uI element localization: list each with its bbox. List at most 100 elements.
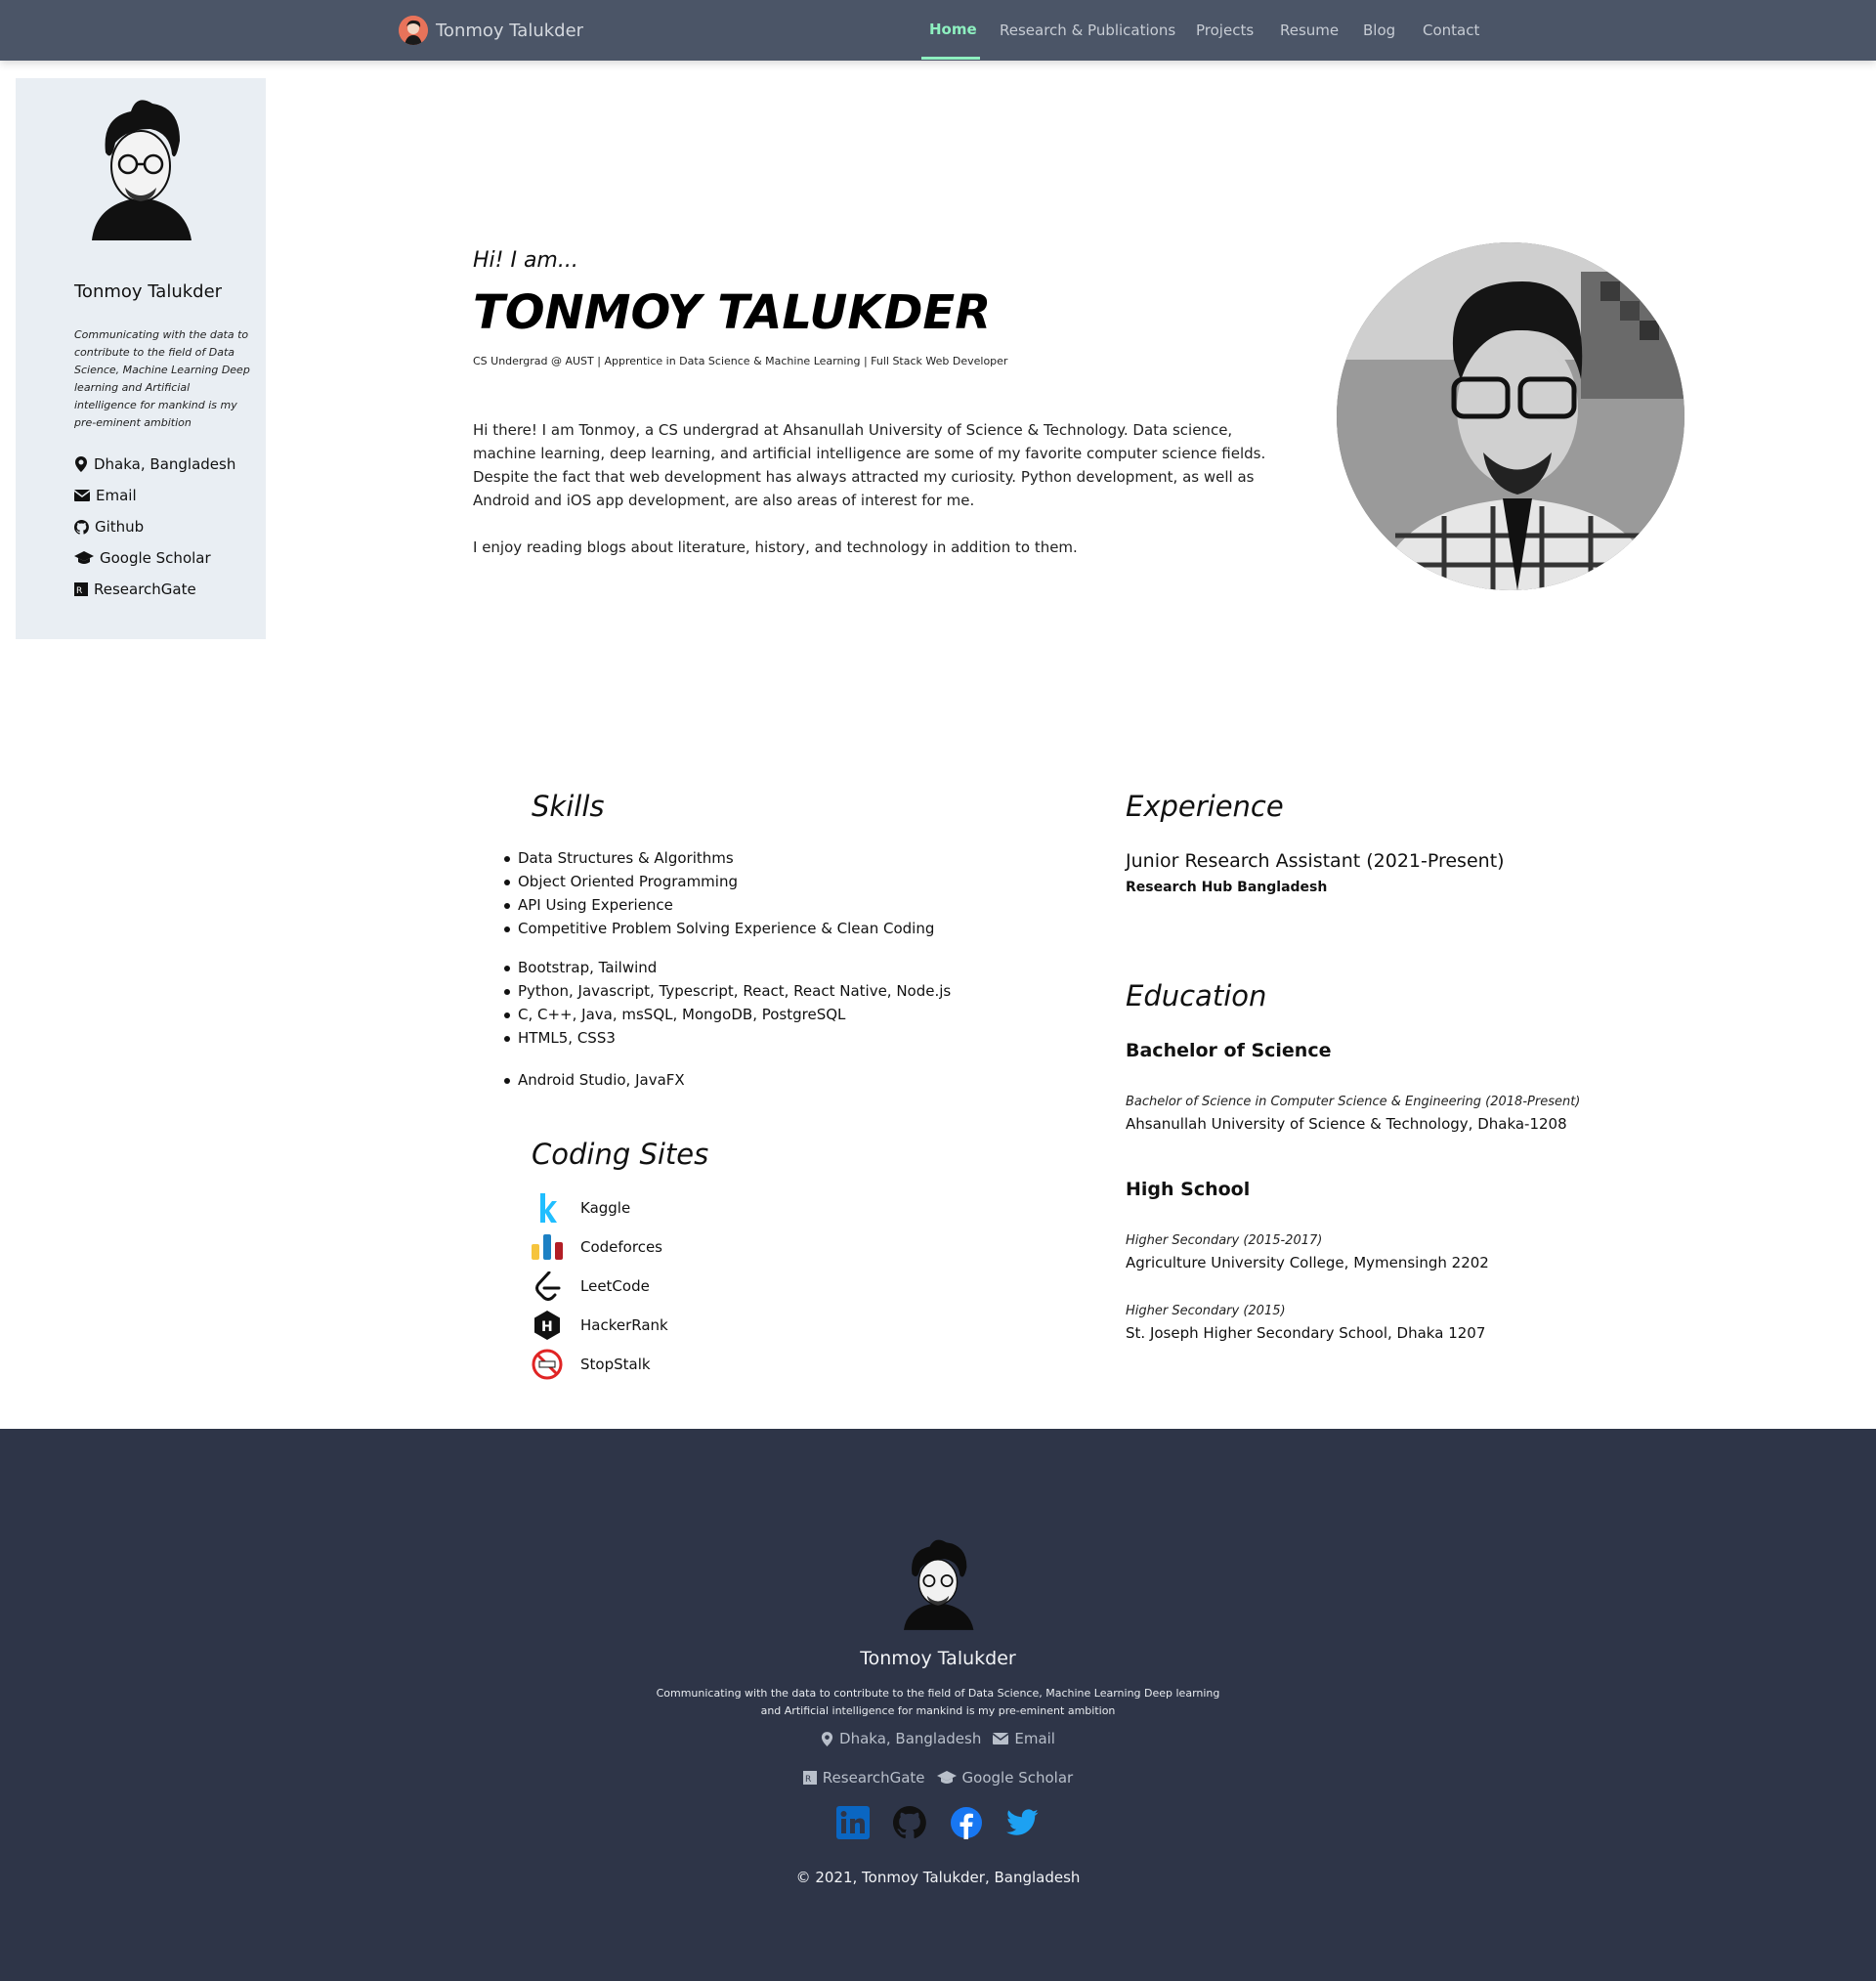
- coding-site-label: Kaggle: [580, 1199, 631, 1217]
- skill-item: C, C++, Java, msSQL, MongoDB, PostgreSQL: [504, 1003, 951, 1026]
- sidebar-github-link[interactable]: Github: [74, 518, 144, 536]
- svg-text:H: H: [541, 1319, 553, 1335]
- footer-scholar-label: Google Scholar: [961, 1769, 1074, 1787]
- coding-site-stopstalk[interactable]: StopStalk: [532, 1349, 651, 1380]
- hero-subtitle: CS Undergrad @ AUST | Apprentice in Data…: [473, 355, 1008, 367]
- hero-portrait-photo: [1337, 242, 1684, 590]
- education-hsc-institution: Agriculture University College, Mymensin…: [1126, 1254, 1489, 1271]
- envelope-icon: [993, 1733, 1009, 1744]
- hero-bio-paragraph-2: I enjoy reading blogs about literature, …: [473, 538, 1078, 556]
- footer-email-label: Email: [1014, 1730, 1055, 1747]
- nav-blog[interactable]: Blog: [1363, 22, 1395, 39]
- skill-item: Bootstrap, Tailwind: [504, 956, 951, 979]
- education-ssc-degree: Higher Secondary (2015): [1126, 1304, 1286, 1318]
- skill-item: Competitive Problem Solving Experience &…: [504, 917, 934, 940]
- coding-site-hackerrank[interactable]: H HackerRank: [532, 1310, 668, 1341]
- sidebar-email-link[interactable]: Email: [74, 487, 137, 504]
- education-ssc-institution: St. Joseph Higher Secondary School, Dhak…: [1126, 1324, 1486, 1342]
- footer-tagline: Communicating with the data to contribut…: [656, 1687, 1220, 1717]
- location-pin-icon: [75, 456, 87, 472]
- envelope-icon: [74, 490, 90, 501]
- graduation-cap-icon: [936, 1771, 957, 1784]
- nav-contact[interactable]: Contact: [1423, 22, 1479, 39]
- education-highschool-heading: High School: [1126, 1179, 1251, 1200]
- nav-projects[interactable]: Projects: [1196, 22, 1254, 39]
- brand-avatar: [399, 16, 428, 45]
- skills-list-tools: Android Studio, JavaFX: [504, 1068, 685, 1092]
- facebook-icon[interactable]: [950, 1806, 983, 1839]
- footer-location-label: Dhaka, Bangladesh: [839, 1730, 982, 1747]
- codeforces-icon: [532, 1231, 563, 1263]
- coding-site-codeforces[interactable]: Codeforces: [532, 1231, 662, 1263]
- github-icon: [74, 519, 89, 535]
- footer-researchgate-label: ResearchGate: [822, 1769, 925, 1787]
- coding-site-kaggle[interactable]: Kaggle: [532, 1192, 630, 1224]
- github-icon[interactable]: [893, 1806, 926, 1839]
- kaggle-icon: [532, 1192, 563, 1224]
- footer-name: Tonmoy Talukder: [860, 1648, 1016, 1669]
- brand-name: Tonmoy Talukder: [436, 20, 584, 41]
- top-navbar: Tonmoy Talukder Home Research & Publicat…: [0, 0, 1876, 61]
- sidebar-name: Tonmoy Talukder: [74, 281, 223, 302]
- nav-resume[interactable]: Resume: [1280, 22, 1339, 39]
- location-pin-icon: [821, 1731, 833, 1746]
- coding-site-label: LeetCode: [580, 1277, 650, 1295]
- stopstalk-icon: [532, 1349, 563, 1380]
- skills-list-core: Data Structures & Algorithms Object Orie…: [504, 846, 934, 940]
- sidebar-email-label: Email: [96, 487, 137, 504]
- researchgate-icon: R: [802, 1771, 817, 1785]
- footer-scholar-link[interactable]: Google Scholar: [936, 1769, 1074, 1787]
- skills-list-tech: Bootstrap, Tailwind Python, Javascript, …: [504, 956, 951, 1050]
- sidebar-tagline: Communicating with the data to contribut…: [74, 328, 250, 429]
- sidebar-researchgate-label: ResearchGate: [94, 581, 196, 598]
- footer-avatar: [897, 1538, 979, 1630]
- skill-item: API Using Experience: [504, 893, 934, 917]
- experience-title: Experience: [1126, 790, 1284, 823]
- hero-name: TONMOY TALUKDER: [473, 285, 992, 340]
- linkedin-icon[interactable]: [836, 1806, 870, 1839]
- coding-site-label: StopStalk: [580, 1356, 651, 1373]
- skill-item: HTML5, CSS3: [504, 1026, 951, 1050]
- education-hsc-degree: Higher Secondary (2015-2017): [1126, 1233, 1323, 1248]
- education-title: Education: [1126, 979, 1267, 1012]
- nav-active-indicator: [921, 57, 980, 60]
- coding-sites-title: Coding Sites: [532, 1138, 709, 1171]
- hackerrank-icon: H: [532, 1310, 563, 1341]
- hero-greeting: Hi! I am...: [473, 248, 578, 273]
- footer-copyright: © 2021, Tonmoy Talukder, Bangladesh: [795, 1869, 1081, 1886]
- skills-title: Skills: [532, 790, 605, 823]
- svg-text:R: R: [805, 1775, 811, 1785]
- coding-site-leetcode[interactable]: LeetCode: [532, 1270, 650, 1302]
- education-bachelor-institution: Ahsanullah University of Science & Techn…: [1126, 1115, 1567, 1133]
- coding-site-label: Codeforces: [580, 1238, 662, 1256]
- sidebar-location-label: Dhaka, Bangladesh: [94, 455, 236, 473]
- nav-research-publications[interactable]: Research & Publications: [1000, 22, 1175, 39]
- sidebar-github-label: Github: [95, 518, 145, 536]
- svg-text:R: R: [76, 586, 82, 596]
- leetcode-icon: [532, 1270, 563, 1302]
- coding-site-label: HackerRank: [580, 1316, 668, 1334]
- researchgate-icon: R: [74, 582, 88, 596]
- skill-item: Python, Javascript, Typescript, React, R…: [504, 979, 951, 1003]
- footer-email-link[interactable]: Email: [993, 1730, 1055, 1747]
- education-bachelor-degree: Bachelor of Science in Computer Science …: [1126, 1095, 1581, 1109]
- sidebar-avatar: [82, 94, 199, 240]
- job-organization: Research Hub Bangladesh: [1126, 880, 1328, 895]
- nav-home[interactable]: Home: [929, 21, 977, 38]
- brand-link[interactable]: Tonmoy Talukder: [399, 16, 583, 45]
- hero-bio-paragraph-1: Hi there! I am Tonmoy, a CS undergrad at…: [473, 421, 1266, 509]
- sidebar-scholar-label: Google Scholar: [100, 549, 211, 567]
- footer-social-links: [0, 1806, 1876, 1839]
- skill-item: Object Oriented Programming: [504, 870, 934, 893]
- graduation-cap-icon: [74, 551, 94, 564]
- footer-researchgate-link[interactable]: R ResearchGate: [802, 1769, 925, 1787]
- sidebar-location: Dhaka, Bangladesh: [74, 455, 235, 473]
- footer-location: Dhaka, Bangladesh: [821, 1730, 981, 1747]
- education-bachelor-heading: Bachelor of Science: [1126, 1040, 1332, 1061]
- sidebar-scholar-link[interactable]: Google Scholar: [74, 549, 211, 567]
- skill-item: Data Structures & Algorithms: [504, 846, 934, 870]
- job-title: Junior Research Assistant (2021-Present): [1126, 850, 1505, 872]
- sidebar-researchgate-link[interactable]: R ResearchGate: [74, 581, 196, 598]
- twitter-icon[interactable]: [1006, 1806, 1040, 1839]
- skill-item: Android Studio, JavaFX: [504, 1068, 685, 1092]
